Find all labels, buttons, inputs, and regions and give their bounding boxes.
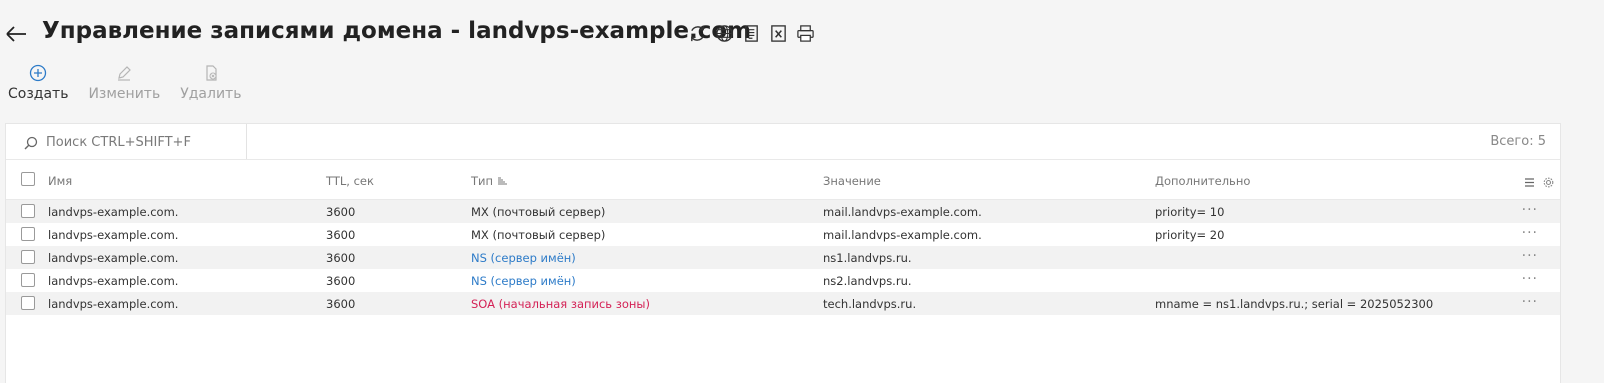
delete-label: Удалить <box>180 86 242 102</box>
columns-list-icon[interactable] <box>1524 173 1535 187</box>
table-row[interactable]: landvps-example.com. 3600 MX (почтовый с… <box>6 223 1560 246</box>
cell-extra: mname = ns1.landvps.ru.; serial = 202505… <box>1155 297 1434 311</box>
search-icon <box>24 135 38 150</box>
row-checkbox[interactable] <box>21 296 35 310</box>
total-count: Всего: 5 <box>1490 134 1546 149</box>
row-checkbox[interactable] <box>21 204 35 218</box>
toolbar: Создать Изменить Удалить <box>8 64 261 102</box>
print-icon[interactable] <box>796 24 815 43</box>
cell-name: landvps-example.com. <box>48 205 179 219</box>
row-menu-button[interactable]: ··· <box>1522 248 1538 264</box>
back-arrow-icon[interactable] <box>4 22 28 46</box>
cell-extra: priority= 20 <box>1155 228 1225 242</box>
cell-value: mail.landvps-example.com. <box>823 205 982 219</box>
page-title: Управление записями домена - landvps-exa… <box>42 18 752 44</box>
excel-icon[interactable] <box>769 24 788 43</box>
select-all-checkbox[interactable] <box>21 172 35 186</box>
cell-ttl: 3600 <box>326 228 356 242</box>
cell-name: landvps-example.com. <box>48 251 179 265</box>
table-row[interactable]: landvps-example.com. 3600 NS (сервер имё… <box>6 246 1560 269</box>
row-checkbox[interactable] <box>21 227 35 241</box>
delete-button[interactable]: Удалить <box>180 64 241 102</box>
edit-button[interactable]: Изменить <box>88 64 160 102</box>
row-menu-button[interactable]: ··· <box>1522 225 1538 241</box>
table-row[interactable]: landvps-example.com. 3600 NS (сервер имё… <box>6 269 1560 292</box>
cell-ttl: 3600 <box>326 274 356 288</box>
cell-name: landvps-example.com. <box>48 228 179 242</box>
column-settings <box>1524 173 1554 188</box>
search-bar: Всего: 5 <box>6 124 1560 160</box>
column-name[interactable]: Имя <box>48 174 72 188</box>
delete-icon <box>202 64 220 82</box>
create-button[interactable]: Создать <box>8 64 68 102</box>
cell-ttl: 3600 <box>326 205 356 219</box>
plus-circle-icon <box>29 64 47 82</box>
table-header: Имя TTL, сек Тип Значение Дополнительно <box>6 160 1560 200</box>
create-label: Создать <box>8 86 69 102</box>
sort-icon <box>497 177 507 185</box>
column-extra[interactable]: Дополнительно <box>1155 174 1250 188</box>
gear-icon[interactable] <box>1543 173 1554 188</box>
table-row[interactable]: landvps-example.com. 3600 MX (почтовый с… <box>6 200 1560 223</box>
row-menu-button[interactable]: ··· <box>1522 294 1538 310</box>
cell-type: SOA (начальная запись зоны) <box>471 297 650 311</box>
row-checkbox[interactable] <box>21 273 35 287</box>
column-type[interactable]: Тип <box>471 174 507 188</box>
cell-value: ns2.landvps.ru. <box>823 274 912 288</box>
column-value[interactable]: Значение <box>823 174 881 188</box>
column-type-label: Тип <box>471 174 494 188</box>
row-checkbox[interactable] <box>21 250 35 264</box>
cell-type: MX (почтовый сервер) <box>471 205 606 219</box>
title-actions <box>688 24 815 43</box>
row-menu-button[interactable]: ··· <box>1522 271 1538 287</box>
cell-ttl: 3600 <box>326 297 356 311</box>
search-box <box>6 124 247 159</box>
cell-type: NS (сервер имён) <box>471 274 576 288</box>
cell-ttl: 3600 <box>326 251 356 265</box>
globe-icon[interactable] <box>715 24 734 43</box>
cell-name: landvps-example.com. <box>48 274 179 288</box>
records-panel: Всего: 5 Имя TTL, сек Тип Значение Допол… <box>5 123 1561 383</box>
row-menu-button[interactable]: ··· <box>1522 202 1538 218</box>
cell-value: ns1.landvps.ru. <box>823 251 912 265</box>
cell-value: mail.landvps-example.com. <box>823 228 982 242</box>
cell-type: NS (сервер имён) <box>471 251 576 265</box>
cell-value: tech.landvps.ru. <box>823 297 917 311</box>
cell-extra: priority= 10 <box>1155 205 1225 219</box>
pencil-icon <box>115 64 133 82</box>
search-input[interactable] <box>46 132 236 152</box>
document-icon[interactable] <box>742 24 761 43</box>
column-ttl[interactable]: TTL, сек <box>326 174 374 188</box>
table-row[interactable]: landvps-example.com. 3600 SOA (начальная… <box>6 292 1560 315</box>
cell-type: MX (почтовый сервер) <box>471 228 606 242</box>
refresh-icon[interactable] <box>688 24 707 43</box>
edit-label: Изменить <box>88 86 161 102</box>
cell-name: landvps-example.com. <box>48 297 179 311</box>
